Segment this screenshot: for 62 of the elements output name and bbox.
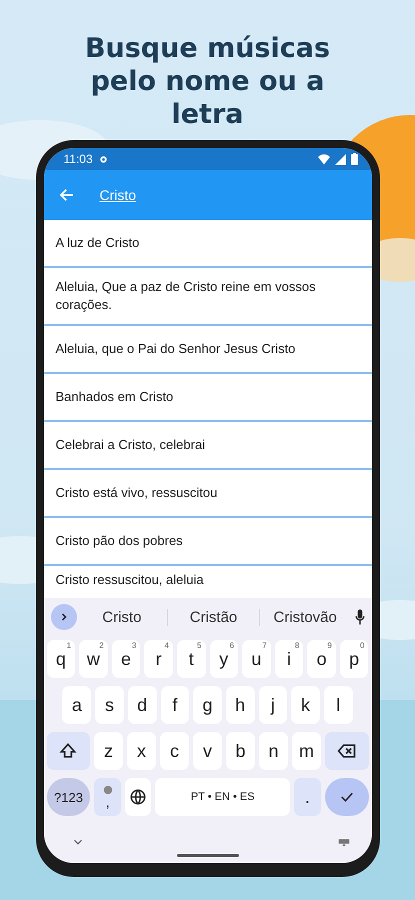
symbols-key[interactable]: ?123 (46, 778, 90, 816)
letter-key[interactable]: z (94, 732, 123, 770)
headline: Busque músicas pelo nome ou a letra (84, 32, 332, 132)
key-hint: 2 (99, 642, 104, 650)
letter-key[interactable]: s (95, 686, 124, 724)
letter-key[interactable]: u 7 (242, 640, 271, 678)
key-hint: 3 (132, 642, 136, 650)
letter-key[interactable]: x (127, 732, 156, 770)
globe-icon[interactable] (129, 788, 148, 806)
song-title[interactable]: Aleluia, que o Pai do Senhor Jesus Cristo (56, 340, 296, 358)
letter-key[interactable]: g (193, 686, 222, 724)
suggestion[interactable]: Cristo (76, 608, 168, 626)
letter-key[interactable]: m (292, 732, 321, 770)
letter-key[interactable]: k (291, 686, 320, 724)
letter-key[interactable]: e 3 (112, 640, 140, 678)
key-hint: 6 (230, 642, 234, 650)
letter-key[interactable]: n (259, 732, 288, 770)
letter-key[interactable]: j (258, 686, 288, 724)
song-title[interactable]: Cristo pão dos pobres (56, 532, 183, 550)
comma-key[interactable]: , (106, 795, 110, 809)
song-title[interactable]: Aleluia, Que a paz de Cristo reine em vossos corações. (56, 278, 360, 314)
letter-key[interactable]: h (226, 686, 255, 724)
letter-key[interactable]: l (324, 686, 353, 724)
letter-key[interactable]: p 0 (340, 640, 368, 678)
letter-key[interactable]: d (128, 686, 156, 724)
key-hint: 9 (327, 642, 332, 650)
letter-key[interactable]: f (160, 686, 190, 724)
suggestion[interactable]: Cristovão (258, 608, 351, 626)
letter-key[interactable]: b (226, 732, 255, 770)
letter-key[interactable]: o 9 (307, 640, 336, 678)
letter-key[interactable]: a (62, 686, 92, 724)
song-title[interactable]: Celebrai a Cristo, celebrai (56, 436, 206, 454)
period-key[interactable]: . (294, 778, 321, 816)
status-time: 11:03 (64, 152, 93, 166)
settings-icon[interactable] (98, 154, 109, 164)
wifi-icon (318, 154, 330, 164)
letter-key[interactable]: v (193, 732, 222, 770)
letter-key[interactable]: c (160, 732, 189, 770)
space-key[interactable]: PT • EN • ES (155, 778, 290, 816)
letter-key[interactable]: i 8 (274, 640, 304, 678)
letter-key[interactable]: q 1 (46, 640, 76, 678)
key-hint: 8 (294, 642, 300, 650)
battery-icon (350, 153, 358, 165)
key-hint: 4 (164, 642, 169, 650)
key-hint: 0 (360, 642, 364, 650)
suggestion[interactable]: Cristão (167, 608, 259, 626)
song-title[interactable]: Cristo está vivo, ressuscitou (56, 484, 218, 502)
song-title[interactable]: Banhados em Cristo (56, 388, 174, 406)
expand-button[interactable] (50, 604, 76, 630)
letter-key[interactable]: w 2 (79, 640, 108, 678)
letter-key[interactable]: r 4 (144, 640, 173, 678)
key-hint: 7 (262, 642, 267, 650)
key-hint: 5 (197, 642, 202, 650)
key-hint: 1 (66, 642, 72, 650)
shift-key[interactable] (46, 732, 90, 770)
backspace-key[interactable] (325, 732, 368, 770)
globe-key[interactable] (124, 778, 152, 816)
letter-key[interactable]: y 6 (210, 640, 238, 678)
song-title[interactable]: Cristo ressuscitou, aleluia (56, 570, 204, 588)
letter-key[interactable]: t 5 (176, 640, 206, 678)
song-title[interactable]: A luz de Cristo (56, 234, 140, 252)
signal-icon (334, 154, 346, 164)
